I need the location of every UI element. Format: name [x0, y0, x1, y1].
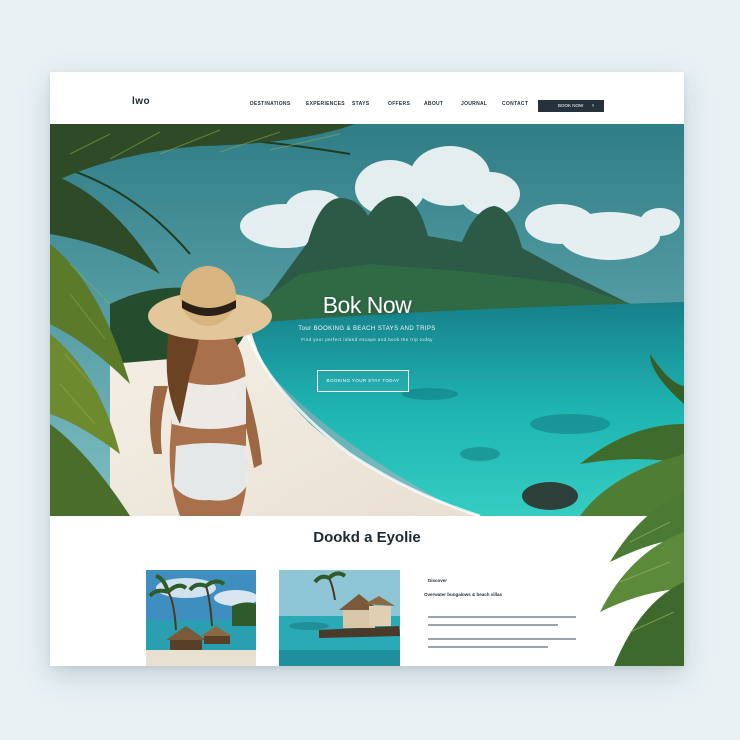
card-text-line [428, 646, 548, 648]
island-villa-image [279, 570, 400, 666]
nav-item-stays[interactable]: STAYS [352, 101, 369, 107]
nav-book-button[interactable]: BOOK NOW › [538, 100, 604, 112]
arrow-right-icon: › [592, 103, 594, 109]
brand-logo[interactable]: lwo [132, 96, 150, 107]
hero-banner: Bok Now Tour BOOKING & BEACH STAYS AND T… [50, 124, 684, 516]
nav-item-offers[interactable]: OFFERS [388, 101, 410, 107]
beach-huts-image [146, 570, 256, 666]
hero-title: Bok Now [322, 292, 412, 318]
hero-beach-image [50, 124, 684, 516]
hero-cta-button[interactable]: BOOKING YOUR STAY TODAY [317, 370, 409, 392]
nav-item-about[interactable]: ABOUT [424, 101, 443, 107]
website-mockup: lwo DESTINATIONS EXPERIENCES STAYS OFFER… [50, 72, 684, 666]
nav-item-destinations[interactable]: DESTINATIONS [250, 101, 290, 107]
card-subheading: Overwater bungalows & beach villas [424, 592, 503, 597]
photo-island-villa[interactable] [279, 570, 400, 666]
card-heading: Discover [428, 578, 448, 583]
nav-item-experiences[interactable]: EXPERIENCES [306, 101, 345, 107]
nav-item-contact[interactable]: CONTACT [502, 101, 528, 107]
card-text-line [428, 638, 576, 640]
nav-item-journal[interactable]: JOURNAL [461, 101, 487, 107]
card-text-line [428, 624, 558, 626]
palm-foliage-decoration [600, 492, 684, 666]
hero-tagline: Find your perfect island escape and book… [301, 337, 433, 342]
photo-beach-huts[interactable] [146, 570, 256, 666]
hero-subtitle: Tour BOOKING & BEACH STAYS AND TRIPS [298, 326, 436, 332]
top-nav: lwo DESTINATIONS EXPERIENCES STAYS OFFER… [50, 72, 684, 124]
card-text-line [428, 616, 576, 618]
nav-book-button-label: BOOK NOW [558, 103, 584, 108]
